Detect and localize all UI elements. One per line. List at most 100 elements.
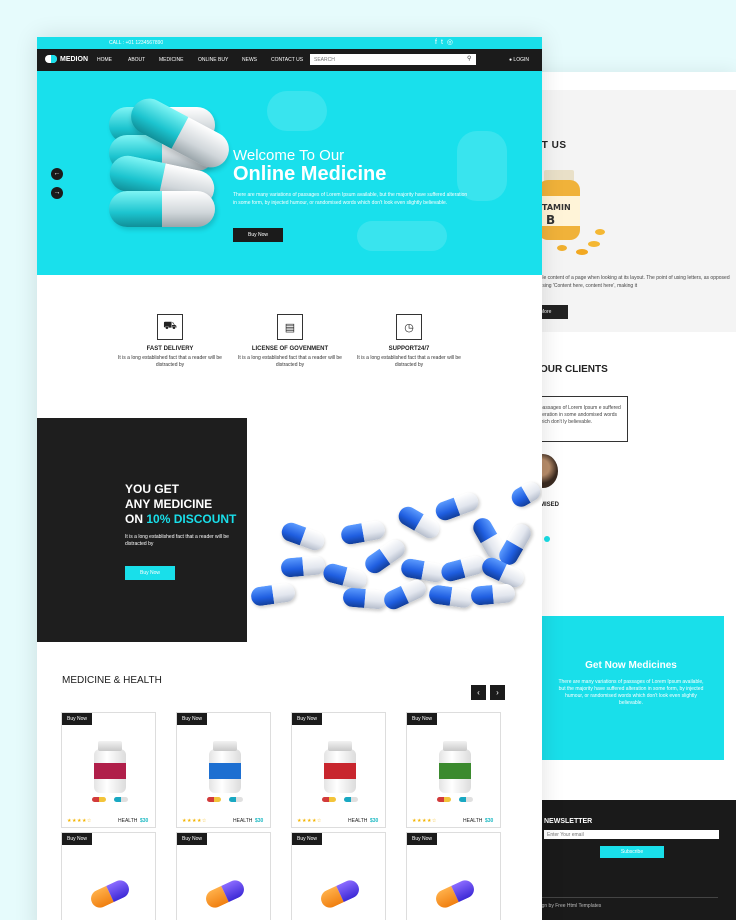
social-icons: ft◎: [435, 38, 457, 46]
product-card[interactable]: Buy Now ★★★★☆ HEALTH $30: [61, 712, 156, 828]
user-icon: ●: [509, 57, 513, 63]
slider-next-button[interactable]: →: [51, 187, 63, 199]
vitamin-bottle-icon: TAMIN B: [538, 170, 605, 255]
capsule-image: [88, 877, 132, 911]
capsule-image: [280, 555, 326, 578]
capsule-image: [339, 519, 387, 546]
slider-prev-button[interactable]: ←: [51, 168, 63, 180]
pills-image: [207, 797, 243, 803]
products-prev-button[interactable]: ‹: [471, 685, 486, 700]
capsule-image: [203, 877, 247, 911]
secondary-page-preview: UT US TAMIN B dable content of a page wh…: [520, 72, 736, 920]
medicine-bottle-image: [209, 741, 241, 793]
capsule-image: [318, 877, 362, 911]
hero-banner: ← → Welcome To Our Online Medicine There…: [37, 71, 542, 275]
promo-line-3: ON 10% DISCOUNT: [125, 512, 236, 526]
card-buy-now-button[interactable]: Buy Now: [177, 833, 207, 845]
capsule-image: [249, 582, 297, 607]
logo[interactable]: MEDION: [45, 55, 88, 63]
newsletter-email-input[interactable]: [544, 830, 719, 839]
product-price: $30: [140, 818, 149, 824]
clock-24-icon: ◷: [396, 314, 422, 340]
carousel-dot[interactable]: [544, 536, 550, 542]
footer-credit: sign by Free Html Templates: [538, 903, 602, 909]
feature-title: FAST DELIVERY: [146, 346, 194, 352]
top-bar: CALL : +01 1234567890 ft◎: [37, 37, 542, 49]
card-buy-now-button[interactable]: Buy Now: [407, 713, 437, 725]
get-now-title: Get Now Medicines: [585, 660, 677, 671]
search-input[interactable]: [310, 54, 476, 65]
card-buy-now-button[interactable]: Buy Now: [62, 833, 92, 845]
nav-contact-us[interactable]: CONTACT US: [271, 57, 303, 63]
promo-line-1: YOU GET: [125, 482, 180, 496]
capsule-image: [381, 576, 429, 613]
phone-number: CALL : +01 1234567890: [109, 40, 164, 46]
card-buy-now-button[interactable]: Buy Now: [292, 713, 322, 725]
instagram-icon[interactable]: ◎: [447, 39, 457, 46]
svg-text:TAMIN: TAMIN: [542, 203, 571, 212]
logo-text: MEDION: [60, 55, 88, 63]
card-buy-now-button[interactable]: Buy Now: [62, 713, 92, 725]
capsule-image: [433, 877, 477, 911]
product-card[interactable]: Buy Now ★★★★☆ HEALTH $30: [176, 712, 271, 828]
feature-support: ◷ SUPPORT24/7 It is a long established f…: [354, 314, 464, 369]
subscribe-button[interactable]: Subscribe: [600, 846, 664, 858]
medicine-bottle-image: [324, 741, 356, 793]
feature-license: ▤ LICENSE OF GOVENMENT It is a long esta…: [235, 314, 345, 369]
testimonial-quote: f passages of Lorem Ipsum e suffered alt…: [530, 396, 628, 442]
card-buy-now-button[interactable]: Buy Now: [407, 833, 437, 845]
capsule-image: [399, 557, 447, 584]
discount-promo: YOU GET ANY MEDICINE ON 10% DISCOUNT It …: [37, 418, 247, 642]
hero-title: Online Medicine: [233, 163, 387, 185]
product-price: $30: [255, 818, 264, 824]
background-pill-decoration: [357, 221, 447, 251]
promo-highlight: 10% DISCOUNT: [146, 512, 237, 526]
nav-online-buy[interactable]: ONLINE BUY: [198, 57, 228, 63]
nav-news[interactable]: NEWS: [242, 57, 257, 63]
product-category: HEALTH: [118, 818, 138, 824]
product-card[interactable]: Buy Now: [291, 832, 386, 920]
background-pill-decoration: [267, 91, 327, 131]
capsule-image: [508, 478, 542, 511]
card-buy-now-button[interactable]: Buy Now: [177, 713, 207, 725]
homepage-preview: CALL : +01 1234567890 ft◎ MEDION HOME AB…: [37, 37, 542, 920]
product-card[interactable]: Buy Now ★★★★☆ HEALTH $30: [406, 712, 501, 828]
capsule-image: [279, 520, 327, 553]
medicine-bottle-image: [439, 741, 471, 793]
nav-home[interactable]: HOME: [97, 57, 112, 63]
truck-icon: ⛟: [157, 314, 183, 340]
rating-stars: ★★★★☆: [67, 818, 92, 824]
promo-buy-now-button[interactable]: Buy Now: [125, 566, 175, 580]
product-category: HEALTH: [348, 818, 368, 824]
pills-image: [322, 797, 358, 803]
promo-prefix: ON: [125, 512, 147, 526]
about-text: dable content of a page when looking at …: [534, 275, 730, 289]
footer-divider: [534, 897, 718, 898]
newsletter-title: NEWSLETTER: [544, 818, 593, 825]
nav-about[interactable]: ABOUT: [128, 57, 145, 63]
capsule-image: [470, 583, 516, 606]
card-buy-now-button[interactable]: Buy Now: [292, 833, 322, 845]
feature-text: It is a long established fact that a rea…: [238, 355, 342, 368]
login-link[interactable]: ● LOGIN: [509, 57, 529, 63]
pills-image: [92, 797, 128, 803]
product-card[interactable]: Buy Now ★★★★☆ HEALTH $30: [291, 712, 386, 828]
search-icon[interactable]: ⚲: [467, 55, 471, 62]
product-card[interactable]: Buy Now: [406, 832, 501, 920]
hero-buy-now-button[interactable]: Buy Now: [233, 228, 283, 242]
product-price: $30: [370, 818, 379, 824]
license-icon: ▤: [277, 314, 303, 340]
svg-text:B: B: [546, 213, 555, 227]
medicine-bottle-image: [94, 741, 126, 793]
products-next-button[interactable]: ›: [490, 685, 505, 700]
product-category: HEALTH: [463, 818, 483, 824]
products-section-title: MEDICINE & HEALTH: [62, 675, 162, 686]
promo-line-2: ANY MEDICINE: [125, 497, 213, 511]
nav-medicine[interactable]: MEDICINE: [159, 57, 183, 63]
capsule-image: [427, 584, 475, 609]
product-card[interactable]: Buy Now: [61, 832, 156, 920]
product-card[interactable]: Buy Now: [176, 832, 271, 920]
client-name: MISED: [540, 502, 560, 508]
capsule-image: [109, 191, 215, 227]
capsule-image: [342, 587, 388, 610]
